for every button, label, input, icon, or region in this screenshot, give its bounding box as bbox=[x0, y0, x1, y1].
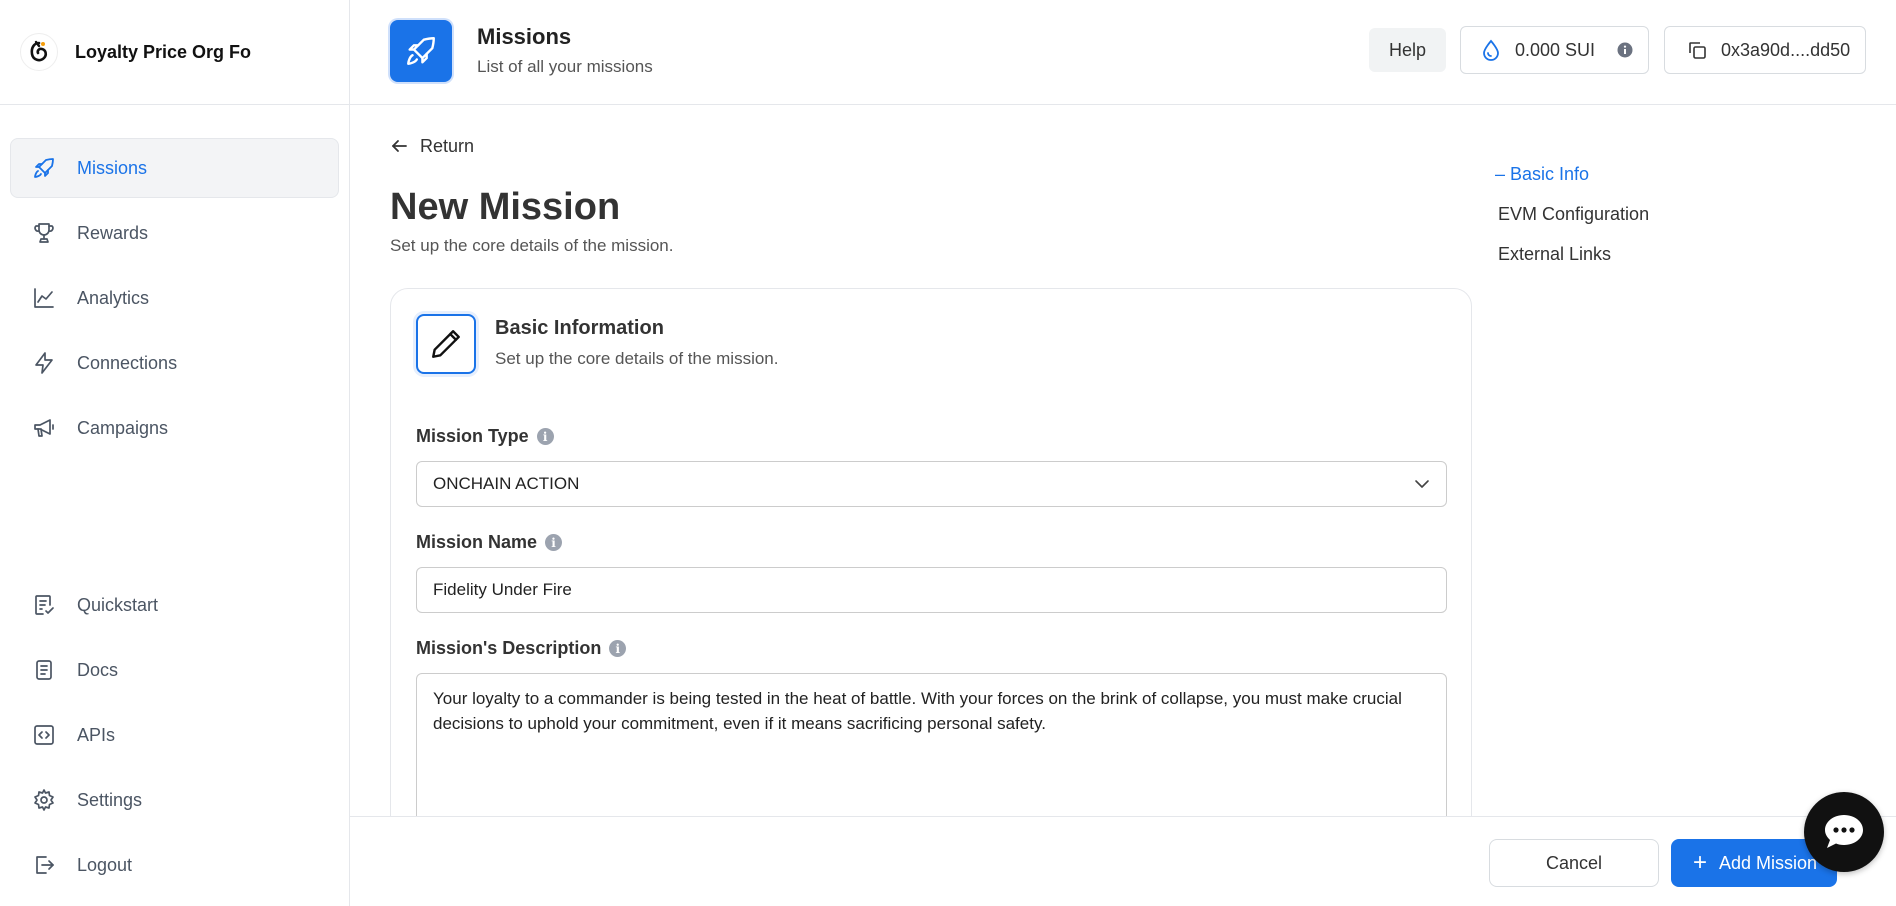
sidebar-item-logout[interactable]: Logout bbox=[10, 835, 339, 895]
sidebar-item-label: Settings bbox=[77, 789, 143, 810]
mission-description-label-text: Mission's Description bbox=[416, 638, 602, 658]
balance-button[interactable]: 0.000 SUI bbox=[1460, 26, 1649, 74]
arrow-left-icon bbox=[390, 137, 420, 155]
brand-logo-icon bbox=[20, 33, 58, 71]
chevron-down-icon bbox=[1414, 476, 1430, 497]
info-icon bbox=[1617, 42, 1633, 58]
copy-icon bbox=[1687, 40, 1721, 60]
rocket-icon bbox=[390, 20, 452, 82]
rocket-icon bbox=[31, 155, 57, 181]
mission-type-label-text: Mission Type bbox=[416, 426, 529, 446]
info-icon[interactable]: i bbox=[609, 640, 627, 657]
mission-description-textarea[interactable]: Your loyalty to a commander is being tes… bbox=[416, 673, 1447, 816]
mission-type-select[interactable]: ONCHAIN ACTION bbox=[416, 461, 1447, 507]
section-toc: – Basic Info EVM Configuration External … bbox=[1495, 164, 1649, 284]
mission-name-label-text: Mission Name bbox=[416, 532, 538, 552]
sidebar-item-rewards[interactable]: Rewards bbox=[10, 203, 339, 263]
wallet-address-button[interactable]: 0x3a90d....dd50 bbox=[1664, 26, 1866, 74]
mission-name-label: Mission Name i bbox=[416, 532, 563, 553]
sidebar-nav: Missions Rewards Analytics Connections C… bbox=[0, 105, 349, 458]
sidebar-item-connections[interactable]: Connections bbox=[10, 333, 339, 393]
info-icon[interactable]: i bbox=[536, 428, 554, 445]
mission-type-value: ONCHAIN ACTION bbox=[433, 474, 580, 493]
toc-item-evm-configuration[interactable]: EVM Configuration bbox=[1495, 204, 1649, 244]
plus-icon: + bbox=[1693, 849, 1708, 876]
sidebar-item-label: Missions bbox=[77, 157, 148, 178]
toc-item-basic-info[interactable]: – Basic Info bbox=[1495, 164, 1649, 204]
sidebar-bottom-nav: Quickstart Docs APIs Settings Logout bbox=[10, 575, 339, 900]
line-chart-icon bbox=[31, 285, 57, 311]
card-title: Basic Information bbox=[495, 317, 664, 339]
sidebar-item-label: Campaigns bbox=[77, 417, 169, 438]
basic-information-card: Basic Information Set up the core detail… bbox=[390, 288, 1472, 816]
sidebar-item-missions[interactable]: Missions bbox=[10, 138, 339, 198]
checklist-icon bbox=[31, 592, 57, 618]
chat-support-button[interactable] bbox=[1804, 792, 1884, 872]
main-content: Return New Mission Set up the core detai… bbox=[350, 106, 1896, 816]
help-button[interactable]: Help bbox=[1369, 28, 1446, 72]
info-icon[interactable]: i bbox=[545, 534, 563, 551]
sidebar-item-label: Quickstart bbox=[77, 594, 159, 615]
sidebar-item-label: Rewards bbox=[77, 222, 149, 243]
sidebar-item-settings[interactable]: Settings bbox=[10, 770, 339, 830]
code-icon bbox=[31, 722, 57, 748]
logout-icon bbox=[31, 852, 57, 878]
brand-header[interactable]: Loyalty Price Org Fo bbox=[0, 0, 349, 105]
gear-icon bbox=[31, 787, 57, 813]
sidebar-item-apis[interactable]: APIs bbox=[10, 705, 339, 765]
sidebar-item-quickstart[interactable]: Quickstart bbox=[10, 575, 339, 635]
return-label: Return bbox=[420, 135, 475, 156]
sidebar-item-campaigns[interactable]: Campaigns bbox=[10, 398, 339, 458]
mission-type-label: Mission Type i bbox=[416, 426, 554, 447]
header-subtitle: List of all your missions bbox=[477, 57, 653, 76]
document-icon bbox=[31, 657, 57, 683]
sidebar-item-label: APIs bbox=[77, 724, 116, 745]
header-title: Missions bbox=[477, 24, 572, 49]
droplet-icon bbox=[1481, 39, 1501, 61]
cancel-button[interactable]: Cancel bbox=[1489, 839, 1659, 887]
trophy-icon bbox=[31, 220, 57, 246]
sidebar-item-label: Logout bbox=[77, 854, 133, 875]
pencil-icon bbox=[416, 314, 476, 374]
chat-bubble-icon bbox=[1822, 812, 1866, 852]
sidebar-item-docs[interactable]: Docs bbox=[10, 640, 339, 700]
sidebar-item-analytics[interactable]: Analytics bbox=[10, 268, 339, 328]
return-button[interactable]: Return bbox=[390, 128, 474, 164]
page-subtitle: Set up the core details of the mission. bbox=[390, 236, 674, 255]
sidebar-item-label: Docs bbox=[77, 659, 119, 680]
card-subtitle: Set up the core details of the mission. bbox=[495, 349, 779, 368]
wallet-address: 0x3a90d....dd50 bbox=[1721, 39, 1851, 60]
mission-name-input[interactable] bbox=[416, 567, 1447, 613]
toc-item-external-links[interactable]: External Links bbox=[1495, 244, 1649, 284]
mission-description-label: Mission's Description i bbox=[416, 638, 627, 659]
balance-value: 0.000 SUI bbox=[1515, 39, 1596, 60]
megaphone-icon bbox=[31, 415, 57, 441]
add-mission-label: Add Mission bbox=[1719, 852, 1818, 873]
form-footer: Cancel + Add Mission bbox=[350, 816, 1896, 906]
sidebar-item-label: Analytics bbox=[77, 287, 150, 308]
page-title: New Mission bbox=[390, 186, 621, 228]
top-header: Missions List of all your missions Help … bbox=[350, 0, 1896, 105]
lightning-icon bbox=[31, 350, 57, 376]
sidebar: Loyalty Price Org Fo Missions Rewards An… bbox=[0, 0, 350, 906]
sidebar-item-label: Connections bbox=[77, 352, 178, 373]
brand-name: Loyalty Price Org Fo bbox=[75, 41, 252, 62]
